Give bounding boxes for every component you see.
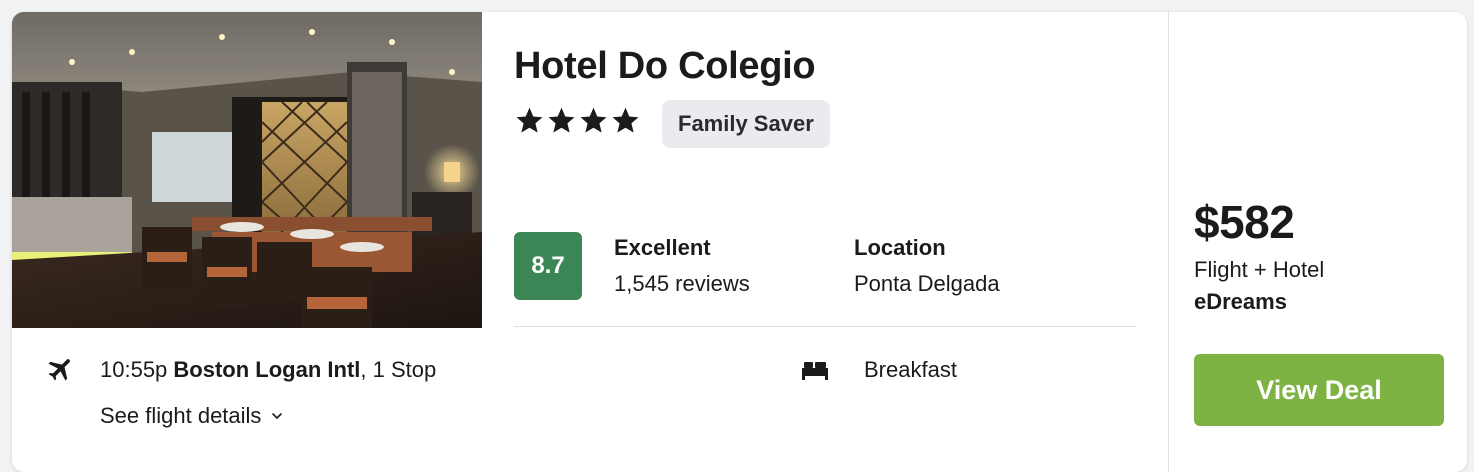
star-icon xyxy=(548,107,575,133)
column-divider xyxy=(1168,12,1169,472)
location-label: Location xyxy=(854,235,946,260)
view-deal-button[interactable]: View Deal xyxy=(1194,354,1444,426)
flight-stops: , 1 Stop xyxy=(360,357,437,382)
hotel-photo[interactable] xyxy=(12,12,482,328)
star-icon xyxy=(580,107,607,133)
see-flight-details-link[interactable]: See flight details xyxy=(100,402,285,430)
restaurant-photo-image xyxy=(12,12,482,328)
star-rating xyxy=(514,105,641,136)
departure-time: 10:55p xyxy=(100,357,168,382)
flight-summary: 10:55p Boston Logan Intl, 1 Stop xyxy=(100,356,436,384)
review-count[interactable]: 1,545 reviews xyxy=(614,270,750,298)
package-type: Flight + Hotel xyxy=(1194,257,1325,282)
bed-icon xyxy=(802,362,828,380)
star-icon xyxy=(516,107,543,133)
location-value: Ponta Delgada xyxy=(854,271,1000,296)
departure-airport: Boston Logan Intl xyxy=(173,357,361,382)
hotel-result-card[interactable]: 10:55p Boston Logan Intl, 1 Stop See fli… xyxy=(12,12,1467,472)
rating-label: Excellent xyxy=(614,235,711,260)
airplane-icon xyxy=(48,359,70,381)
chevron-down-icon xyxy=(272,413,283,419)
divider xyxy=(514,326,1136,327)
family-saver-badge: Family Saver xyxy=(662,100,830,148)
deal-provider: eDreams xyxy=(1194,289,1287,314)
hotel-name[interactable]: Hotel Do Colegio xyxy=(514,42,816,90)
review-score: 8.7 xyxy=(514,232,582,300)
amenity-breakfast: Breakfast xyxy=(864,357,957,382)
deal-price: $582 xyxy=(1194,196,1295,248)
star-icon xyxy=(612,107,639,133)
flight-details-label: See flight details xyxy=(100,403,262,428)
